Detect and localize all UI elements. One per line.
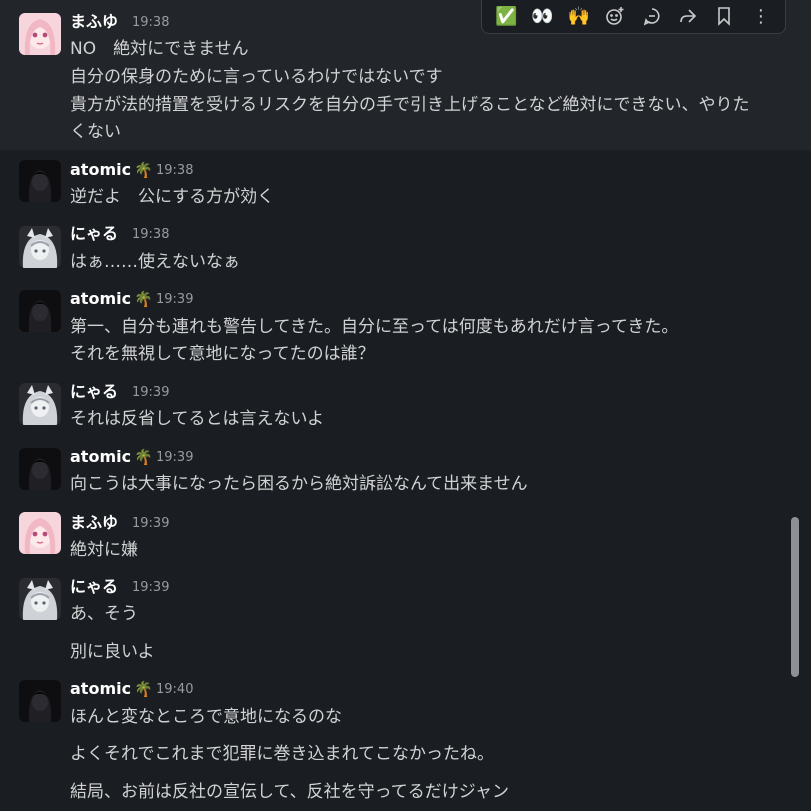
author-name[interactable]: atomic 🌴 (70, 160, 153, 180)
author-name[interactable]: にゃる (70, 224, 118, 244)
message-text: よくそれでこれまで犯罪に巻き込まれてこなかったね。 (70, 744, 494, 764)
message[interactable]: にゃる 19:38 はぁ……使えないなぁ (0, 214, 811, 278)
message[interactable]: atomic 🌴 19:39 第一、自分も連れも警告してきた。自分に至っては何度も… (0, 280, 811, 370)
timestamp[interactable]: 19:39 (132, 578, 169, 598)
message[interactable]: まふゆ 19:39 絶対に嫌 (0, 504, 811, 568)
author-name[interactable]: atomic 🌴 (70, 679, 153, 699)
avatar-atomic[interactable] (19, 448, 61, 490)
avatar-mafuyu[interactable] (19, 13, 61, 55)
palm-tree-status-icon: 🌴 (134, 161, 153, 179)
raised-hands-emoji-icon[interactable]: 🙌 (565, 2, 593, 30)
message[interactable]: atomic 🌴 19:39 向こうは大事になったら困るから絶対訴訟なんて出来ませ… (0, 438, 811, 502)
timestamp[interactable]: 19:39 (132, 514, 169, 534)
author-name[interactable]: まふゆ (70, 513, 118, 533)
message-text: 逆だよ 公にする方が効く (70, 187, 275, 207)
reply-in-thread-icon[interactable] (638, 2, 666, 30)
message-text: それは反省してるとは言えないよ (70, 409, 325, 429)
avatar-atomic[interactable] (19, 290, 61, 332)
author-name[interactable]: まふゆ (70, 12, 118, 32)
avatar-atomic[interactable] (19, 680, 61, 722)
palm-tree-status-icon: 🌴 (134, 448, 153, 466)
author-name[interactable]: atomic 🌴 (70, 447, 153, 467)
message[interactable]: atomic 🌴 19:40 ほんと変なところで意地になるのな よくそれでこれまで… (0, 676, 811, 811)
message[interactable]: まふゆ 19:38 NO 絶対にできません 自分の保身のために言っているわけでは… (0, 0, 811, 150)
avatar-nyaru[interactable] (19, 226, 61, 268)
message-text: 自分の保身のために言っているわけではないです (70, 67, 443, 87)
message-text: ほんと変なところで意地になるのな (70, 707, 342, 727)
message-text: 第一、自分も連れも警告してきた。自分に至っては何度もあれだけ言ってきた。 (70, 317, 679, 337)
more-actions-icon[interactable]: ⋮ (747, 2, 775, 30)
timestamp[interactable]: 19:38 (132, 13, 169, 33)
author-name[interactable]: にゃる (70, 577, 118, 597)
avatar-mafuyu[interactable] (19, 512, 61, 554)
message-text: 別に良いよ (70, 642, 155, 662)
message-text: くない (70, 122, 121, 142)
message[interactable]: atomic 🌴 19:38 逆だよ 公にする方が効く (0, 150, 811, 212)
avatar-nyaru[interactable] (19, 578, 61, 620)
palm-tree-status-icon: 🌴 (134, 680, 153, 698)
avatar-atomic[interactable] (19, 160, 61, 202)
scrollbar-thumb[interactable] (791, 517, 799, 677)
eyes-emoji-icon[interactable]: 👀 (529, 2, 557, 30)
share-message-icon[interactable] (674, 2, 702, 30)
timestamp[interactable]: 19:39 (132, 383, 169, 403)
timestamp[interactable]: 19:38 (156, 161, 193, 181)
message-text: 絶対に嫌 (70, 540, 138, 560)
message-text: 結局、お前は反社の宣伝して、反社を守ってるだけジャン (70, 782, 509, 802)
author-name[interactable]: にゃる (70, 382, 118, 402)
message-text: NO 絶対にできません (70, 39, 249, 59)
save-bookmark-icon[interactable] (710, 2, 738, 30)
message-text: それを無視して意地になってたのは誰？ (70, 344, 375, 364)
timestamp[interactable]: 19:40 (156, 680, 193, 700)
message-text: 貴方が法的措置を受けるリスクを自分の手で引き上げることなど絶対にできない、やりた (70, 95, 750, 115)
author-name[interactable]: atomic 🌴 (70, 289, 153, 309)
message-actions-toolbar: ✅ 👀 🙌 ⋮ (481, 0, 786, 34)
palm-tree-status-icon: 🌴 (134, 290, 153, 308)
message-text: あ、そう (70, 604, 138, 624)
chat-window: まふゆ 19:38 NO 絶対にできません 自分の保身のために言っているわけでは… (0, 0, 811, 811)
avatar-nyaru[interactable] (19, 383, 61, 425)
timestamp[interactable]: 19:39 (156, 290, 193, 310)
add-reaction-icon[interactable] (601, 2, 629, 30)
message-text: 向こうは大事になったら困るから絶対訴訟なんて出来ません (70, 474, 528, 494)
timestamp[interactable]: 19:38 (132, 225, 169, 245)
message-text: はぁ……使えないなぁ (70, 252, 240, 272)
scrollbar-track[interactable] (790, 0, 800, 811)
message[interactable]: にゃる 19:39 あ、そう 別に良いよ (0, 570, 811, 674)
timestamp[interactable]: 19:39 (156, 448, 193, 468)
message[interactable]: にゃる 19:39 それは反省してるとは言えないよ (0, 372, 811, 436)
check-mark-emoji-icon[interactable]: ✅ (492, 2, 520, 30)
